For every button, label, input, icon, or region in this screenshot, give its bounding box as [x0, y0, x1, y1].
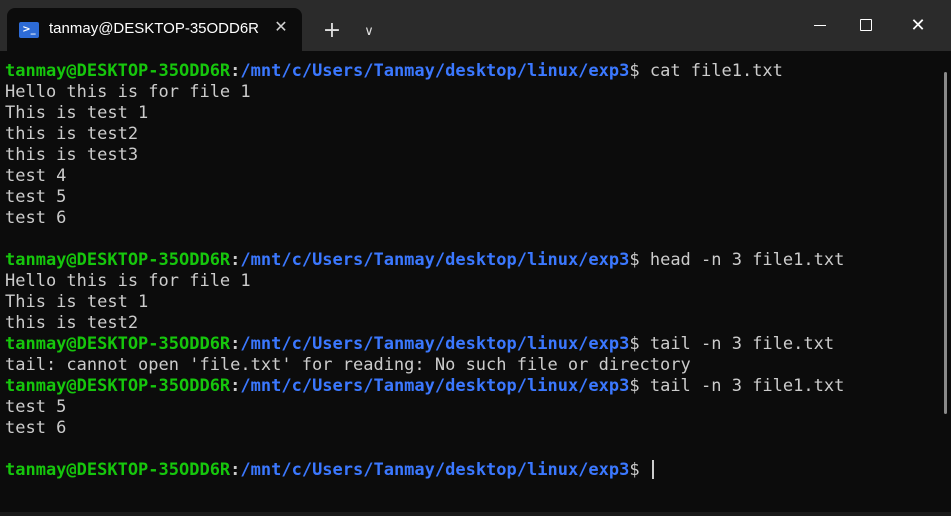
title-bar: >_ tanmay@DESKTOP-35ODD6R ✕ + ∨ ✕: [0, 0, 951, 51]
prompt-line: tanmay@DESKTOP-35ODD6R:/mnt/c/Users/Tanm…: [5, 61, 935, 82]
powershell-icon: >_: [19, 22, 39, 38]
close-icon: ✕: [910, 15, 926, 36]
prompt-user: tanmay@DESKTOP-35ODD6R: [5, 334, 231, 354]
prompt-dollar: $: [629, 460, 650, 480]
prompt-dollar: $: [629, 250, 650, 270]
prompt-dollar: $: [629, 376, 650, 396]
output-text: this is test2: [5, 313, 139, 333]
output-text: test 6: [5, 208, 67, 228]
prompt-path: /mnt/c/Users/Tanmay/desktop/linux/exp3: [240, 250, 630, 270]
prompt-line: tanmay@DESKTOP-35ODD6R:/mnt/c/Users/Tanm…: [5, 460, 935, 481]
prompt-dollar: $: [629, 61, 650, 81]
command-text: tail -n 3 file1.txt: [649, 376, 845, 396]
output-line: This is test 1: [5, 292, 935, 313]
new-tab-button[interactable]: +: [320, 19, 344, 43]
output-line: this is test3: [5, 145, 935, 166]
prompt-colon: :: [230, 460, 241, 480]
prompt-line: tanmay@DESKTOP-35ODD6R:/mnt/c/Users/Tanm…: [5, 250, 935, 271]
prompt-user: tanmay@DESKTOP-35ODD6R: [5, 460, 231, 480]
prompt-path: /mnt/c/Users/Tanmay/desktop/linux/exp3: [240, 61, 630, 81]
output-line: test 6: [5, 418, 935, 439]
prompt-line: tanmay@DESKTOP-35ODD6R:/mnt/c/Users/Tanm…: [5, 376, 935, 397]
output-line: Hello this is for file 1: [5, 82, 935, 103]
output-line: this is test2: [5, 313, 935, 334]
text-cursor: [651, 460, 654, 479]
prompt-user: tanmay@DESKTOP-35ODD6R: [5, 61, 231, 81]
output-line: test 4: [5, 166, 935, 187]
prompt-dollar: $: [629, 334, 650, 354]
prompt-path: /mnt/c/Users/Tanmay/desktop/linux/exp3: [240, 460, 630, 480]
chevron-down-icon[interactable]: ∨: [358, 21, 380, 43]
prompt-path: /mnt/c/Users/Tanmay/desktop/linux/exp3: [240, 334, 630, 354]
close-tab-icon[interactable]: ✕: [271, 17, 291, 37]
output-line: this is test2: [5, 124, 935, 145]
output-text: This is test 1: [5, 103, 149, 123]
prompt-user: tanmay@DESKTOP-35ODD6R: [5, 376, 231, 396]
close-window-button[interactable]: ✕: [895, 0, 941, 51]
prompt-path: /mnt/c/Users/Tanmay/desktop/linux/exp3: [240, 376, 630, 396]
terminal-tab[interactable]: >_ tanmay@DESKTOP-35ODD6R ✕: [7, 8, 302, 51]
output-line: test 6: [5, 208, 935, 229]
output-text: test 4: [5, 166, 67, 186]
window-bottom-edge: [0, 512, 951, 516]
maximize-button[interactable]: [843, 0, 889, 51]
command-text: tail -n 3 file.txt: [649, 334, 835, 354]
prompt-user: tanmay@DESKTOP-35ODD6R: [5, 250, 231, 270]
prompt-colon: :: [230, 334, 241, 354]
output-text: Hello this is for file 1: [5, 82, 251, 102]
command-text: head -n 3 file1.txt: [649, 250, 845, 270]
output-text: test 5: [5, 397, 67, 417]
output-text: This is test 1: [5, 292, 149, 312]
prompt-colon: :: [230, 376, 241, 396]
output-text: test 6: [5, 418, 67, 438]
output-text: this is test2: [5, 124, 139, 144]
output-line: test 5: [5, 397, 935, 418]
minimize-button[interactable]: [797, 0, 843, 51]
terminal-output[interactable]: tanmay@DESKTOP-35ODD6R:/mnt/c/Users/Tanm…: [5, 61, 935, 481]
output-line: This is test 1: [5, 103, 935, 124]
command-text: cat file1.txt: [649, 61, 783, 81]
output-text: test 5: [5, 187, 67, 207]
prompt-colon: :: [230, 61, 241, 81]
output-text: Hello this is for file 1: [5, 271, 251, 291]
tab-title: tanmay@DESKTOP-35ODD6R: [49, 20, 260, 37]
output-line: Hello this is for file 1: [5, 271, 935, 292]
output-line: tail: cannot open 'file.txt' for reading…: [5, 355, 935, 376]
prompt-line: tanmay@DESKTOP-35ODD6R:/mnt/c/Users/Tanm…: [5, 334, 935, 355]
output-text: tail: cannot open 'file.txt' for reading…: [5, 355, 691, 375]
prompt-colon: :: [230, 250, 241, 270]
output-line: test 5: [5, 187, 935, 208]
output-text: this is test3: [5, 145, 139, 165]
scrollbar[interactable]: [944, 72, 947, 414]
